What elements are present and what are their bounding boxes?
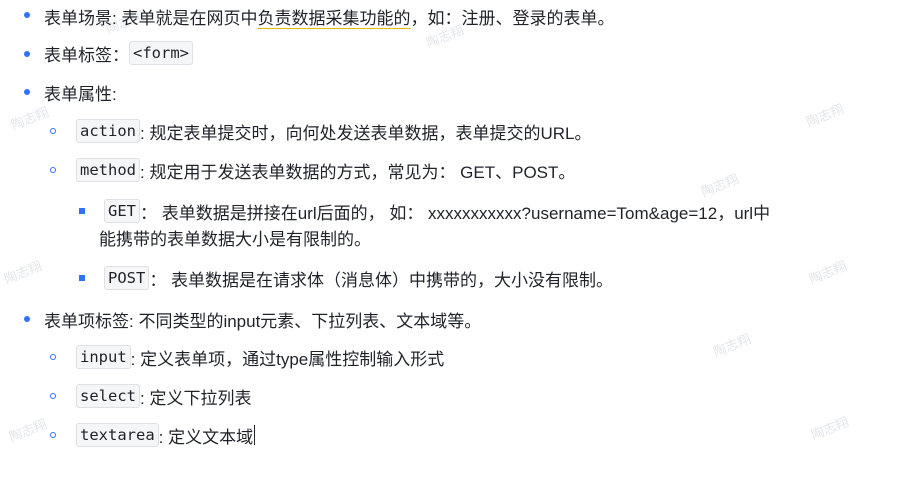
list-item-form-items: 表单项标签: 不同类型的input元素、下拉列表、文本域等。: [44, 307, 481, 331]
form-attrs-label: 表单属性:: [44, 84, 117, 104]
form-items-label: 表单项标签: 不同类型的input元素、下拉列表、文本域等。: [44, 311, 482, 331]
method-text: : 规定用于发送表单数据的方式，常见为： GET、POST。: [140, 162, 576, 182]
select-text: : 定义下拉列表: [140, 388, 252, 408]
get-text: ： 表单数据是拼接在url后面的， 如： xxxxxxxxxxx?usernam…: [140, 203, 771, 223]
circle-bullet-icon: [50, 128, 56, 134]
list-item-select: select: 定义下拉列表: [76, 384, 251, 408]
list-item-textarea: textarea: 定义文本域: [76, 423, 256, 447]
circle-bullet-icon: [50, 393, 56, 399]
form-tag-code: <form>: [129, 41, 193, 65]
circle-bullet-icon: [50, 167, 56, 173]
bullet-icon: [24, 89, 30, 95]
watermark: 陶志翔: [9, 105, 52, 134]
list-item-post: POST： 表单数据是在请求体（消息体）中携带的，大小没有限制。: [104, 266, 613, 290]
method-code: method: [76, 158, 140, 182]
list-item-method: method: 规定用于发送表单数据的方式，常见为： GET、POST。: [76, 158, 575, 182]
form-scene-underlined: 负责数据采集功能的: [257, 8, 411, 28]
bullet-icon: [24, 51, 30, 57]
form-tag-label: 表单标签：: [44, 45, 129, 65]
watermark: 陶志翔: [2, 259, 45, 288]
watermark: 陶志翔: [711, 332, 754, 361]
list-item-form-scene: 表单场景: 表单就是在网页中 负责数据采集功能的 ，如：注册、登录的表单。: [44, 4, 614, 28]
circle-bullet-icon: [50, 354, 56, 360]
input-text: : 定义表单项，通过type属性控制输入形式: [130, 349, 445, 369]
bullet-icon: [24, 12, 30, 18]
textarea-code: textarea: [76, 423, 159, 447]
form-scene-label: 表单场景: 表单就是在网页中: [44, 8, 258, 28]
circle-bullet-icon: [50, 432, 56, 438]
watermark: 陶志翔: [809, 415, 852, 444]
list-item-form-attrs: 表单属性:: [44, 80, 117, 104]
watermark: 陶志翔: [804, 102, 847, 131]
list-item-form-tag: 表单标签： <form>: [44, 41, 193, 65]
document-body: 陶志翔 陶志翔 陶志翔 陶志翔 陶志翔 陶志翔 陶志翔 陶志翔 陶志翔 陶志翔 …: [0, 0, 904, 480]
textarea-text: : 定义文本域: [158, 427, 254, 447]
input-code: input: [76, 345, 131, 369]
post-code: POST: [104, 266, 150, 290]
list-item-get: GET： 表单数据是拼接在url后面的， 如： xxxxxxxxxxx?user…: [104, 199, 770, 223]
square-bullet-icon: [79, 275, 85, 281]
form-scene-rest: ，如：注册、登录的表单。: [410, 8, 615, 28]
get-code: GET: [104, 199, 140, 223]
post-text: ： 表单数据是在请求体（消息体）中携带的，大小没有限制。: [149, 270, 614, 290]
list-item-input: input: 定义表单项，通过type属性控制输入形式: [76, 345, 444, 369]
watermark: 陶志翔: [699, 172, 742, 201]
select-code: select: [76, 384, 140, 408]
action-text: : 规定表单提交时，向何处发送表单数据，表单提交的URL。: [140, 123, 592, 143]
watermark: 陶志翔: [7, 417, 50, 446]
bullet-icon: [24, 316, 30, 322]
get-text-line2: 能携带的表单数据大小是有限制的。: [99, 230, 371, 249]
action-code: action: [76, 119, 140, 143]
square-bullet-icon: [79, 208, 85, 214]
list-item-action: action: 规定表单提交时，向何处发送表单数据，表单提交的URL。: [76, 119, 591, 143]
text-cursor: [254, 425, 256, 445]
watermark: 陶志翔: [807, 259, 850, 288]
